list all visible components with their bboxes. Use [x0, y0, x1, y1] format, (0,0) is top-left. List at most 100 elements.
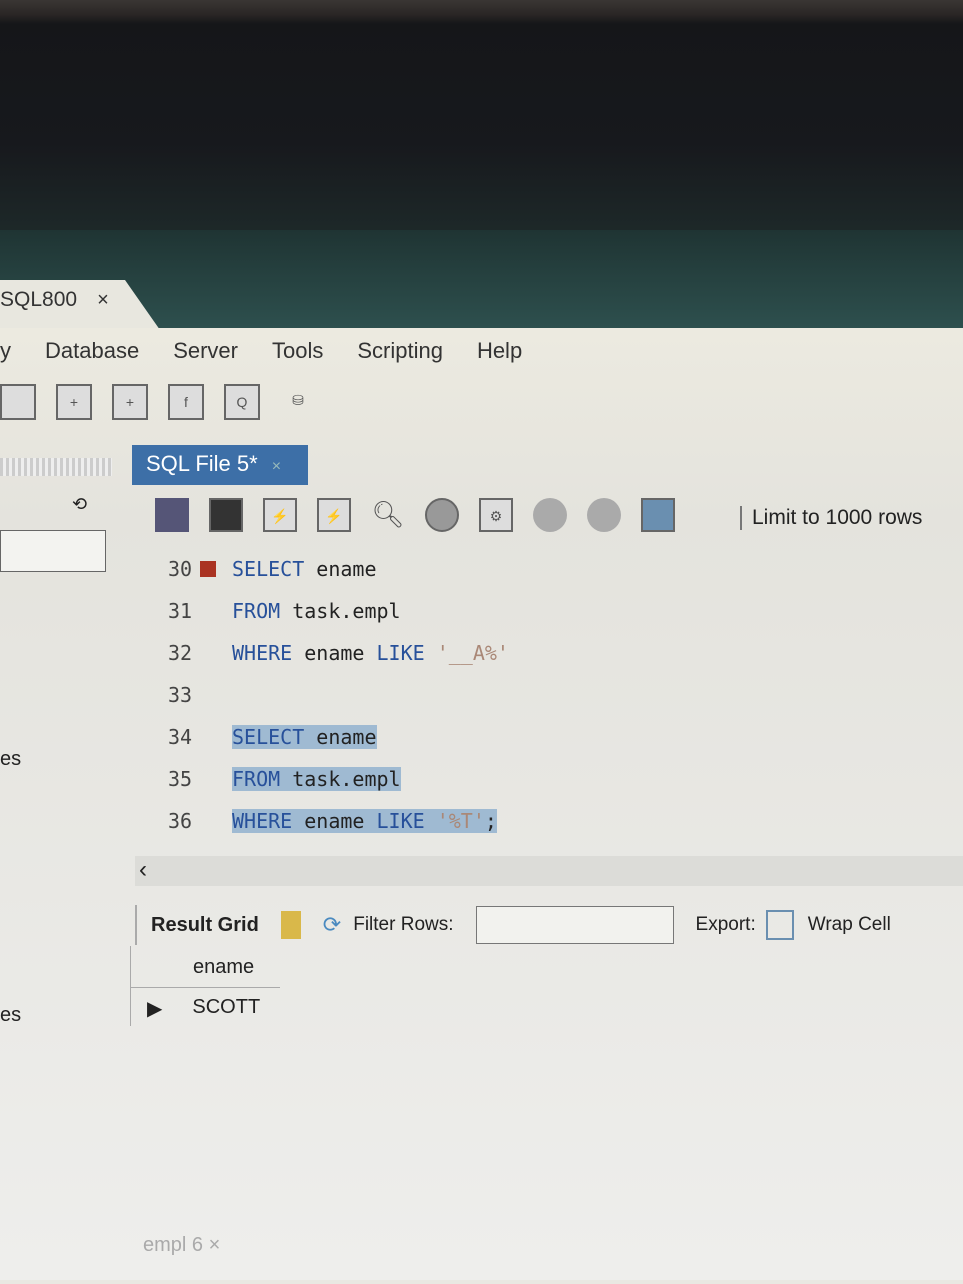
- explain-icon[interactable]: 🔍︎: [371, 498, 405, 532]
- execute-icon[interactable]: ⚡: [263, 498, 297, 532]
- table-row[interactable]: ▶ SCOTT: [131, 988, 280, 1026]
- reconnect-icon[interactable]: ⛁: [280, 384, 316, 420]
- code-line[interactable]: 30 SELECT ename: [140, 548, 963, 590]
- sql-token: '%T': [424, 809, 485, 833]
- export-icon[interactable]: [765, 910, 794, 940]
- sql-keyword: FROM: [232, 599, 281, 623]
- sql-keyword: LIKE: [376, 809, 425, 833]
- code-text: SELECT ename: [232, 557, 377, 581]
- tab-label: SQL File 5*: [146, 451, 258, 476]
- code-line[interactable]: 33: [140, 674, 963, 716]
- menu-tools[interactable]: Tools: [272, 338, 323, 364]
- inspector-icon[interactable]: Q: [224, 384, 260, 420]
- menu-scripting[interactable]: Scripting: [357, 338, 443, 364]
- refresh-icon[interactable]: ⟲: [72, 494, 87, 515]
- sql-open-icon[interactable]: +: [56, 384, 92, 420]
- tab-result[interactable]: empl 6 ×: [143, 1234, 220, 1257]
- menu-server[interactable]: Server: [173, 338, 238, 364]
- code-line[interactable]: 31 FROM task.empl: [140, 590, 963, 632]
- sql-token: ;: [484, 809, 497, 833]
- line-number-text: 34: [168, 725, 193, 749]
- horizontal-scrollbar[interactable]: ‹: [135, 856, 963, 886]
- limit-rows-select[interactable]: Limit to 1000 rows: [740, 506, 922, 530]
- error-icon[interactable]: [200, 561, 217, 577]
- sql-keyword: SELECT: [232, 725, 305, 749]
- sql-editor[interactable]: 30 SELECT ename 31 FROM task.empl 32 WHERE en…: [140, 548, 963, 848]
- line-number: 33: [140, 683, 232, 707]
- sidebar-label: es: [0, 1004, 22, 1026]
- column-header[interactable]: ename: [131, 946, 280, 988]
- main-toolbar: + + f Q ⛁: [0, 384, 316, 420]
- connection-tab-label: SQL800: [0, 288, 78, 311]
- sql-new-icon[interactable]: [0, 384, 36, 420]
- sql-token: ename: [292, 641, 377, 665]
- navigator-panel: ⟲ es es: [0, 454, 112, 1284]
- tab-label: empl 6: [143, 1234, 204, 1256]
- schema-filter-input[interactable]: [0, 530, 106, 572]
- line-number: 30: [140, 557, 232, 581]
- code-line[interactable]: 35 FROM task.empl: [140, 758, 963, 800]
- result-grid: ename ▶ SCOTT: [130, 946, 280, 1026]
- line-number-text: 30: [168, 557, 193, 581]
- line-number: 32: [140, 641, 232, 665]
- commit-icon[interactable]: [533, 498, 567, 532]
- close-icon[interactable]: ×: [209, 1234, 221, 1256]
- wrap-cell-label[interactable]: Wrap Cell: [808, 914, 891, 936]
- save-icon[interactable]: [209, 498, 243, 532]
- close-icon[interactable]: ×: [272, 458, 281, 475]
- open-file-icon[interactable]: [155, 498, 189, 532]
- line-number-text: 35: [168, 767, 193, 791]
- filter-rows-input[interactable]: [475, 906, 674, 944]
- cell[interactable]: SCOTT: [192, 996, 260, 1026]
- editor-toolbar: ⚡ ⚡ 🔍︎ ⚙: [155, 498, 675, 532]
- code-text: SELECT ename: [232, 725, 377, 749]
- export-label: Export:: [695, 914, 756, 935]
- autocommit-icon[interactable]: [641, 498, 675, 532]
- sql-keyword: WHERE: [232, 809, 293, 833]
- line-number-text: 32: [168, 641, 193, 665]
- sql-token: ename: [292, 809, 377, 833]
- line-number: 35: [140, 767, 232, 791]
- close-icon[interactable]: ×: [97, 289, 109, 311]
- sql-keyword: FROM: [232, 767, 281, 791]
- menu-bar: y Database Server Tools Scripting Help: [0, 338, 522, 364]
- code-line[interactable]: 36 WHERE ename LIKE '%T';: [140, 800, 963, 842]
- sql-token: task.empl: [280, 599, 401, 623]
- code-text: FROM task.empl: [232, 767, 401, 791]
- refresh-icon[interactable]: ⟳: [323, 912, 341, 938]
- sql-keyword: WHERE: [232, 641, 293, 665]
- sql-token: task.empl: [280, 767, 401, 791]
- chevron-left-icon[interactable]: ‹: [139, 856, 147, 883]
- menu-database[interactable]: Database: [45, 338, 139, 364]
- schema-icon[interactable]: +: [112, 384, 148, 420]
- menu-query[interactable]: y: [0, 338, 11, 364]
- navigator-header: [0, 458, 112, 476]
- line-number-text: 36: [168, 809, 193, 833]
- sidebar-label: es: [0, 748, 22, 770]
- code-line[interactable]: 34 SELECT ename: [140, 716, 963, 758]
- result-grid-tab[interactable]: Result Grid: [151, 914, 259, 937]
- sql-keyword: SELECT: [232, 557, 305, 581]
- toggle-error-icon[interactable]: ⚙: [479, 498, 513, 532]
- workbench-window: y Database Server Tools Scripting Help +…: [0, 328, 963, 1280]
- menu-help[interactable]: Help: [477, 338, 522, 364]
- line-number: 31: [140, 599, 232, 623]
- sql-token: ename: [304, 557, 377, 581]
- stop-icon[interactable]: [425, 498, 459, 532]
- line-number: 36: [140, 809, 232, 833]
- row-pointer-icon: ▶: [147, 998, 163, 1020]
- result-toolbar: Result Grid ⟳ Filter Rows: Export: Wrap …: [135, 905, 963, 945]
- rollback-icon[interactable]: [587, 498, 621, 532]
- tab-sql-file[interactable]: SQL File 5* ×: [132, 445, 308, 485]
- filter-rows-label: Filter Rows:: [353, 914, 454, 935]
- grid-icon[interactable]: [280, 911, 301, 939]
- code-line[interactable]: 32 WHERE ename LIKE '__A%': [140, 632, 963, 674]
- code-text: WHERE ename LIKE '__A%': [232, 641, 509, 665]
- execute-current-icon[interactable]: ⚡: [317, 498, 351, 532]
- sql-token: '__A%': [424, 641, 509, 665]
- monitor-bezel: [0, 0, 963, 240]
- line-number-text: 33: [168, 683, 193, 707]
- sql-token: ename: [304, 725, 377, 749]
- function-icon[interactable]: f: [168, 384, 204, 420]
- line-number-text: 31: [168, 599, 193, 623]
